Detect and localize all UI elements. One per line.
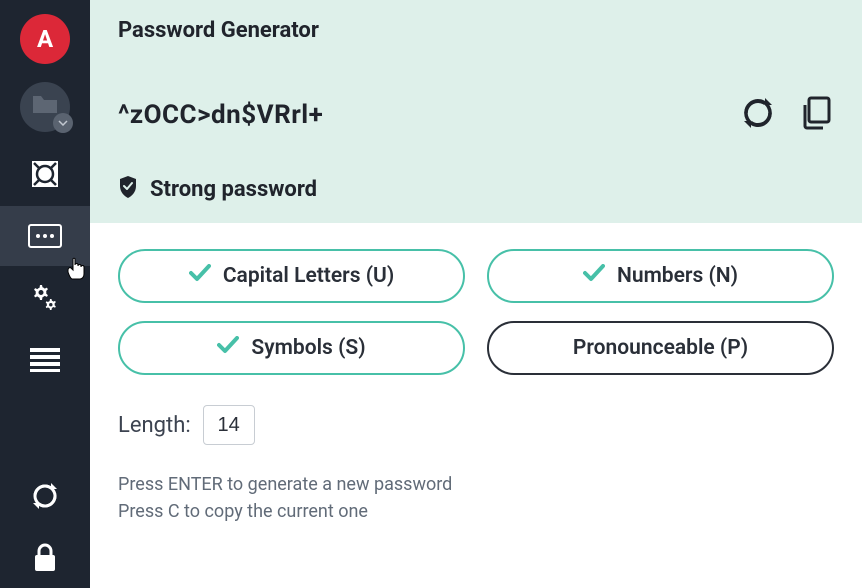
toggle-pronounceable[interactable]: Pronounceable (P) xyxy=(487,321,834,375)
controls-area: Capital Letters (U) Numbers (N) Symbols … xyxy=(90,223,862,545)
copy-button[interactable] xyxy=(798,95,834,135)
check-icon xyxy=(217,336,239,360)
shield-icon xyxy=(118,175,138,203)
password-actions xyxy=(740,95,834,135)
toggle-numbers[interactable]: Numbers (N) xyxy=(487,249,834,303)
strength-row: Strong password xyxy=(118,175,834,203)
sidebar: A xyxy=(0,0,90,588)
length-row: Length: xyxy=(118,405,834,445)
generated-password: ^zOCC>dn$VRrl+ xyxy=(118,100,323,130)
toggle-label: Symbols (S) xyxy=(251,336,365,360)
header-area: Password Generator ^zOCC>dn$VRrl+ xyxy=(90,0,862,223)
sidebar-item-list[interactable] xyxy=(0,330,90,390)
strength-label: Strong password xyxy=(150,177,317,202)
toggle-capital-letters[interactable]: Capital Letters (U) xyxy=(118,249,465,303)
folder-icon xyxy=(32,95,58,119)
avatar-letter: A xyxy=(37,25,53,53)
sync-icon xyxy=(28,479,62,513)
toggle-label: Numbers (N) xyxy=(617,264,738,288)
toggle-symbols[interactable]: Symbols (S) xyxy=(118,321,465,375)
password-row: ^zOCC>dn$VRrl+ xyxy=(118,95,834,135)
list-icon xyxy=(28,343,62,377)
toggle-label: Capital Letters (U) xyxy=(223,264,394,288)
sidebar-item-lock[interactable] xyxy=(0,528,90,588)
check-icon xyxy=(189,264,211,288)
sidebar-folder-button[interactable] xyxy=(20,82,70,132)
toggle-label: Pronounceable (P) xyxy=(573,336,748,360)
sidebar-item-vault[interactable] xyxy=(0,144,90,204)
regenerate-button[interactable] xyxy=(740,95,776,135)
refresh-icon xyxy=(740,95,776,135)
avatar[interactable]: A xyxy=(20,14,70,64)
vault-icon xyxy=(28,157,62,191)
sidebar-item-generator[interactable] xyxy=(0,206,90,266)
sidebar-item-sync[interactable] xyxy=(0,466,90,526)
length-label: Length: xyxy=(118,413,191,438)
hints: Press ENTER to generate a new password P… xyxy=(118,471,834,525)
length-input[interactable] xyxy=(203,405,255,445)
page-title: Password Generator xyxy=(118,18,834,43)
gears-icon xyxy=(28,281,62,315)
hint-line-1: Press ENTER to generate a new password xyxy=(118,471,834,498)
sidebar-item-settings[interactable] xyxy=(0,268,90,328)
check-icon xyxy=(583,264,605,288)
password-field-icon xyxy=(28,219,62,253)
toggle-grid: Capital Letters (U) Numbers (N) Symbols … xyxy=(118,249,834,375)
lock-icon xyxy=(28,541,62,575)
main-content: Password Generator ^zOCC>dn$VRrl+ xyxy=(90,0,862,588)
chevron-down-icon xyxy=(53,113,73,133)
hint-line-2: Press C to copy the current one xyxy=(118,498,834,525)
copy-icon xyxy=(798,95,834,135)
